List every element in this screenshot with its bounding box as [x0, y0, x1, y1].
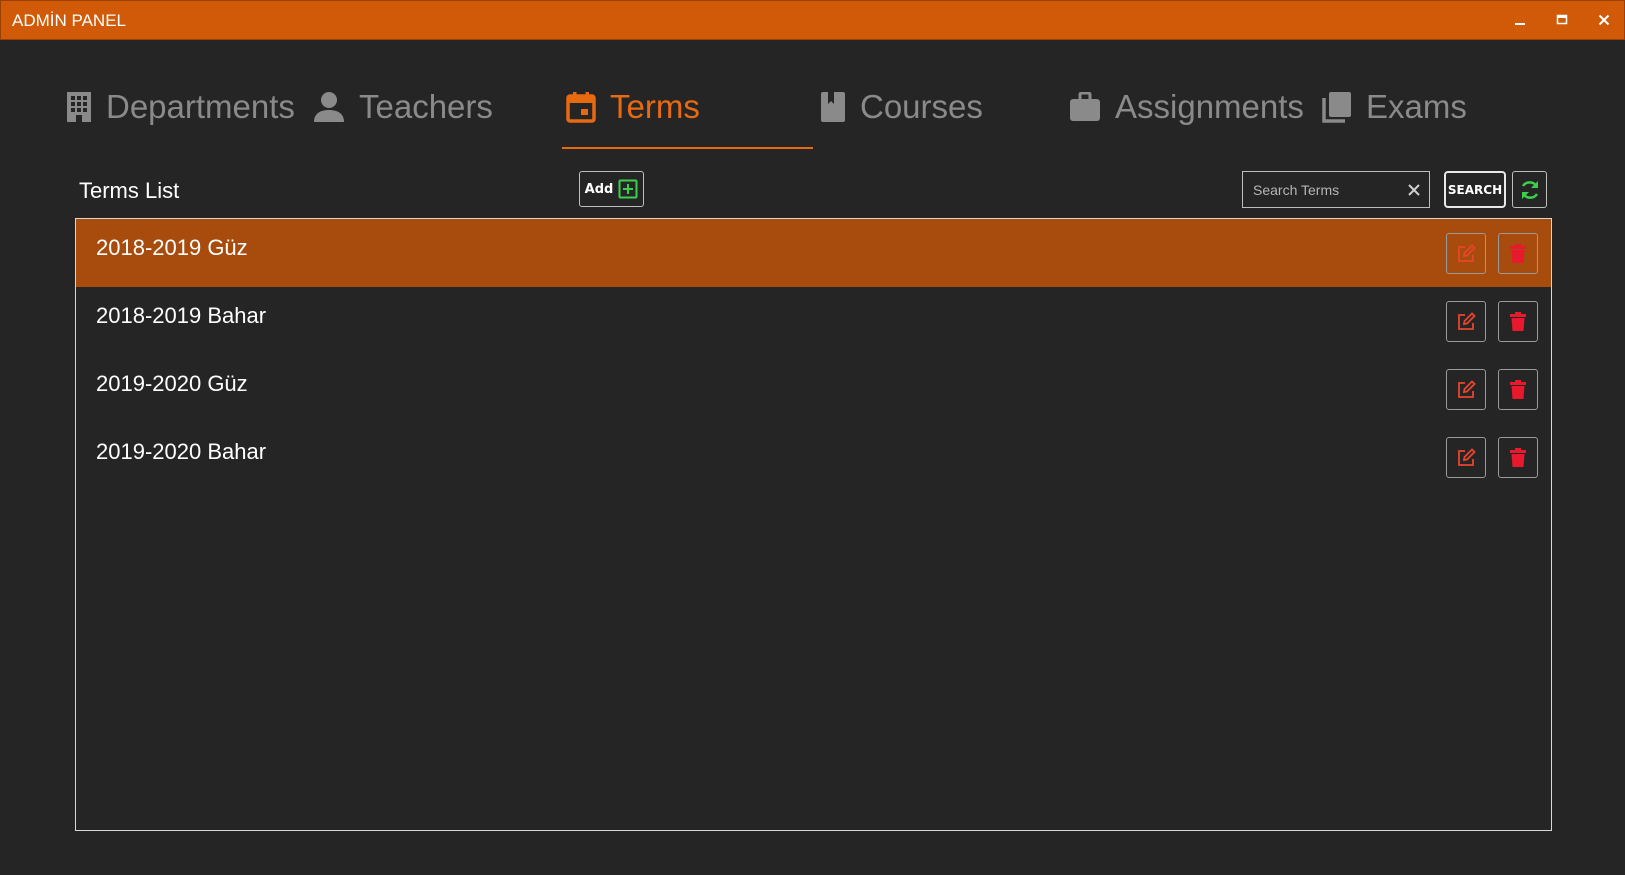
delete-button[interactable]: [1498, 369, 1538, 410]
briefcase-icon: [1069, 92, 1101, 122]
close-button[interactable]: [1591, 7, 1617, 33]
maximize-icon: [1556, 14, 1568, 25]
tab-label: Courses: [860, 88, 983, 125]
term-name: 2019-2020 Güz: [96, 371, 248, 396]
tab-teachers[interactable]: Teachers: [313, 82, 493, 132]
tab-label: Teachers: [359, 88, 493, 125]
term-name: 2018-2019 Güz: [96, 235, 248, 260]
trash-icon: [1510, 243, 1526, 263]
title-bar: ADMİN PANEL: [0, 0, 1625, 40]
minimize-button[interactable]: [1507, 7, 1533, 33]
refresh-button[interactable]: [1512, 171, 1547, 208]
trash-icon: [1510, 311, 1526, 331]
tab-exams[interactable]: Exams: [1322, 82, 1467, 132]
search-box: [1242, 171, 1430, 208]
list-title: Terms List: [79, 178, 180, 203]
active-tab-indicator: [562, 147, 813, 149]
list-item[interactable]: 2018-2019 Bahar: [76, 287, 1551, 355]
terms-list: 2018-2019 Güz 2018-2019 Bahar 2019-2020 …: [75, 218, 1552, 831]
tab-label: Assignments: [1115, 88, 1304, 125]
building-icon: [66, 91, 92, 123]
edit-icon: [1458, 311, 1476, 330]
tab-label: Departments: [106, 88, 295, 125]
delete-button[interactable]: [1498, 301, 1538, 342]
list-item[interactable]: 2018-2019 Güz: [76, 219, 1551, 287]
edit-icon: [1458, 243, 1476, 262]
tab-terms[interactable]: Terms: [566, 82, 700, 132]
edit-button[interactable]: [1446, 437, 1486, 478]
maximize-button[interactable]: [1549, 7, 1575, 33]
calendar-icon: [566, 91, 596, 123]
delete-button[interactable]: [1498, 437, 1538, 478]
edit-button[interactable]: [1446, 233, 1486, 274]
refresh-icon: [1521, 180, 1538, 199]
search-input[interactable]: [1251, 178, 1405, 202]
tab-departments[interactable]: Departments: [66, 82, 295, 132]
add-term-button[interactable]: Add: [579, 171, 644, 207]
tab-label: Exams: [1366, 88, 1467, 125]
close-icon: [1598, 14, 1610, 26]
copy-icon: [1322, 91, 1352, 123]
trash-icon: [1510, 447, 1526, 467]
book-icon: [820, 91, 846, 123]
user-icon: [313, 91, 345, 123]
tab-assignments[interactable]: Assignments: [1069, 82, 1304, 132]
tab-courses[interactable]: Courses: [820, 82, 983, 132]
admin-panel-window: ADMİN PANEL Departments Teachers Terms C…: [0, 0, 1625, 875]
list-item[interactable]: 2019-2020 Bahar: [76, 423, 1551, 491]
term-name: 2019-2020 Bahar: [96, 439, 267, 464]
delete-button[interactable]: [1498, 233, 1538, 274]
edit-icon: [1458, 379, 1476, 398]
search-button[interactable]: SEARCH: [1444, 171, 1506, 208]
add-button-label: Add: [584, 181, 614, 197]
edit-button[interactable]: [1446, 301, 1486, 342]
term-name: 2018-2019 Bahar: [96, 303, 267, 328]
edit-icon: [1458, 447, 1476, 466]
minimize-icon: [1515, 23, 1525, 25]
tab-label: Terms: [610, 88, 700, 125]
clear-search-icon[interactable]: [1405, 181, 1423, 199]
trash-icon: [1510, 379, 1526, 399]
plus-square-icon: [618, 179, 638, 199]
edit-button[interactable]: [1446, 369, 1486, 410]
window-title: ADMİN PANEL: [12, 11, 126, 30]
list-item[interactable]: 2019-2020 Güz: [76, 355, 1551, 423]
